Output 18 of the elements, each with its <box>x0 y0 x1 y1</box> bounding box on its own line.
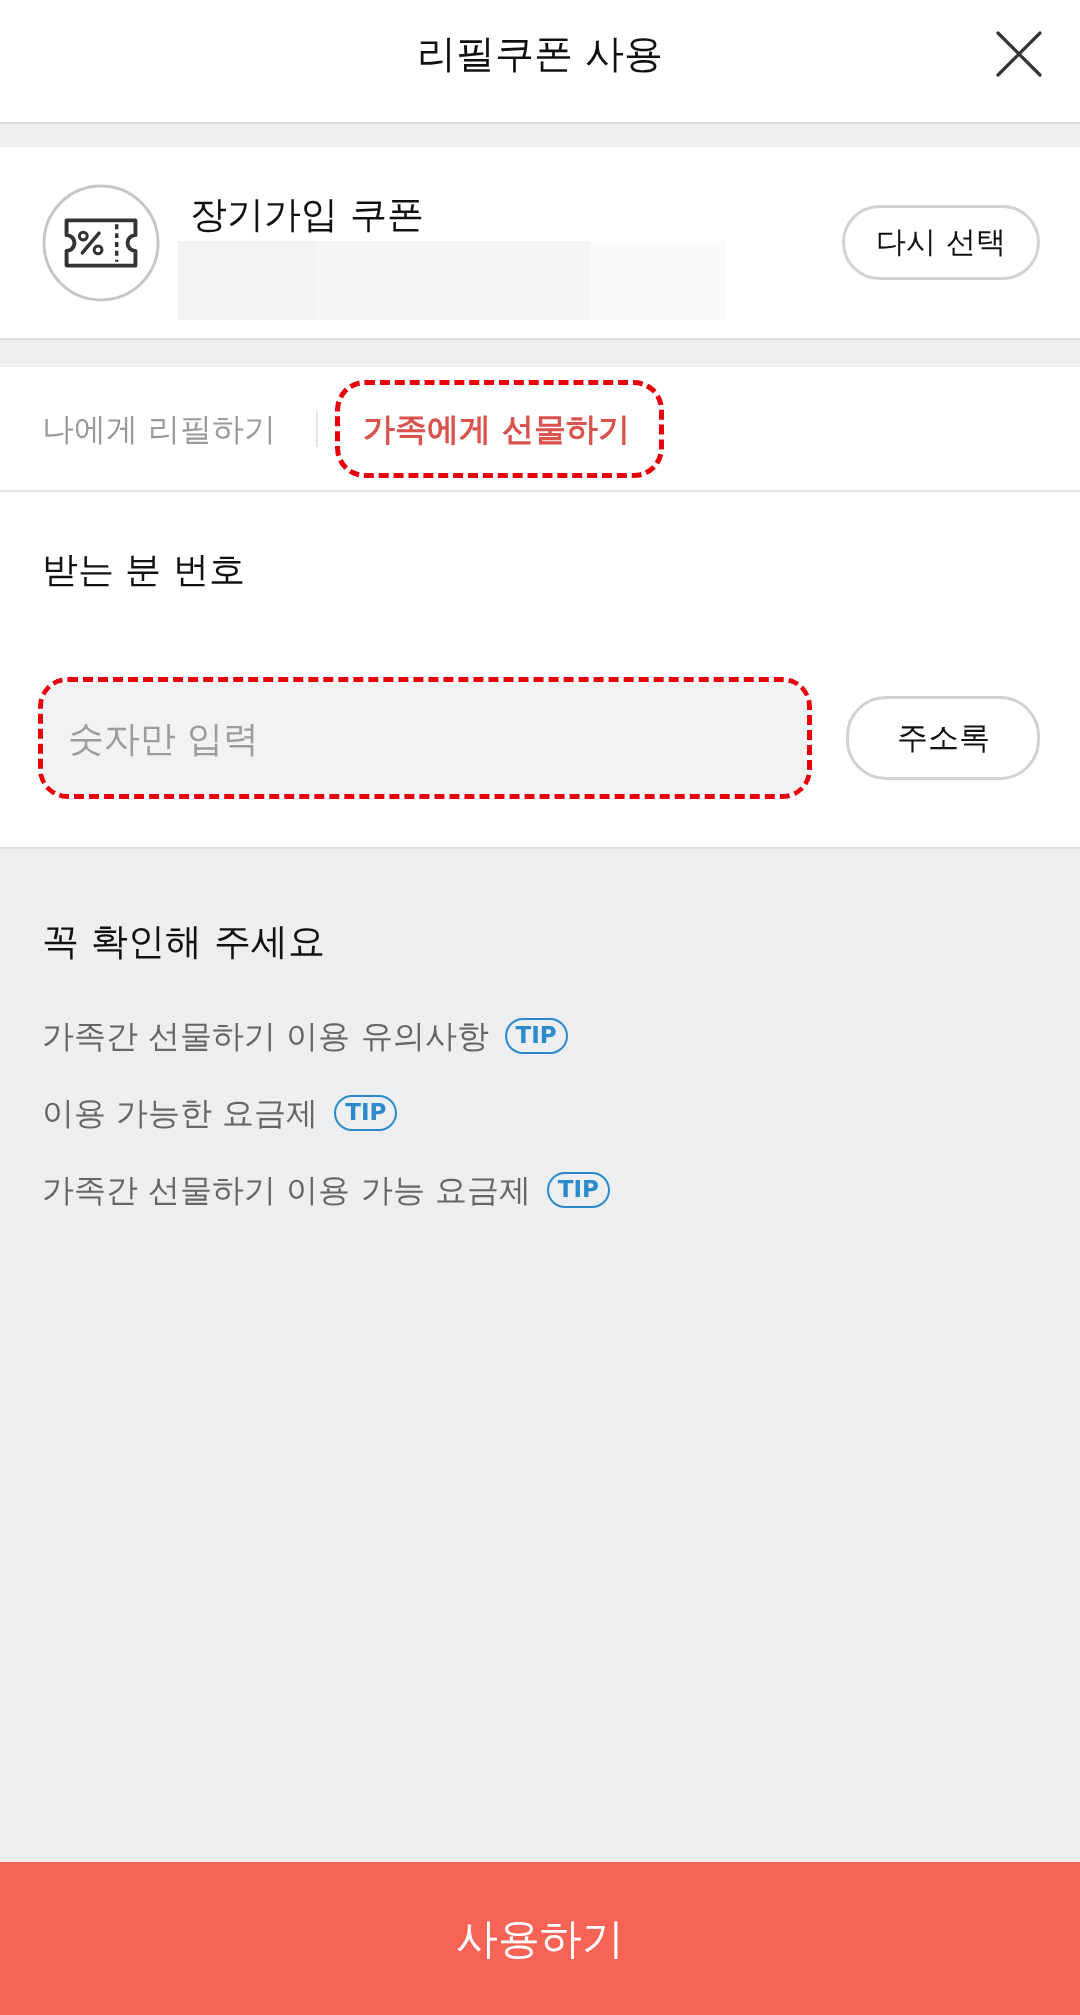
ticket-icon <box>42 183 160 302</box>
notice-link[interactable]: 이용 가능한 요금제 <box>42 1091 319 1134</box>
page-title: 리필쿠폰 사용 <box>416 30 664 78</box>
tip-badge[interactable]: TIP <box>546 1171 610 1208</box>
notice-link[interactable]: 가족간 선물하기 이용 유의사항 <box>42 1014 489 1057</box>
contacts-button[interactable]: 주소록 <box>846 696 1040 780</box>
tab[interactable]: 가족에게 선물하기 <box>363 407 631 450</box>
notice-title: 꼭 확인해 주세요 <box>42 919 325 965</box>
close-icon[interactable] <box>996 31 1042 77</box>
field-label: 받는 분 번호 <box>41 548 245 592</box>
tip-badge[interactable]: TIP <box>334 1094 398 1131</box>
coupon-name: 장기가입 쿠폰 <box>189 192 424 238</box>
tab[interactable]: 나에게 리필하기 <box>42 407 277 450</box>
reselect-button[interactable]: 다시 선택 <box>842 205 1040 280</box>
tip-badge[interactable]: TIP <box>504 1017 568 1054</box>
submit-button[interactable]: 사용하기 <box>0 1862 1080 2015</box>
phone-number-field[interactable]: 숫자만 입력 <box>43 682 807 794</box>
notice-link[interactable]: 가족간 선물하기 이용 가능 요금제 <box>42 1168 531 1211</box>
